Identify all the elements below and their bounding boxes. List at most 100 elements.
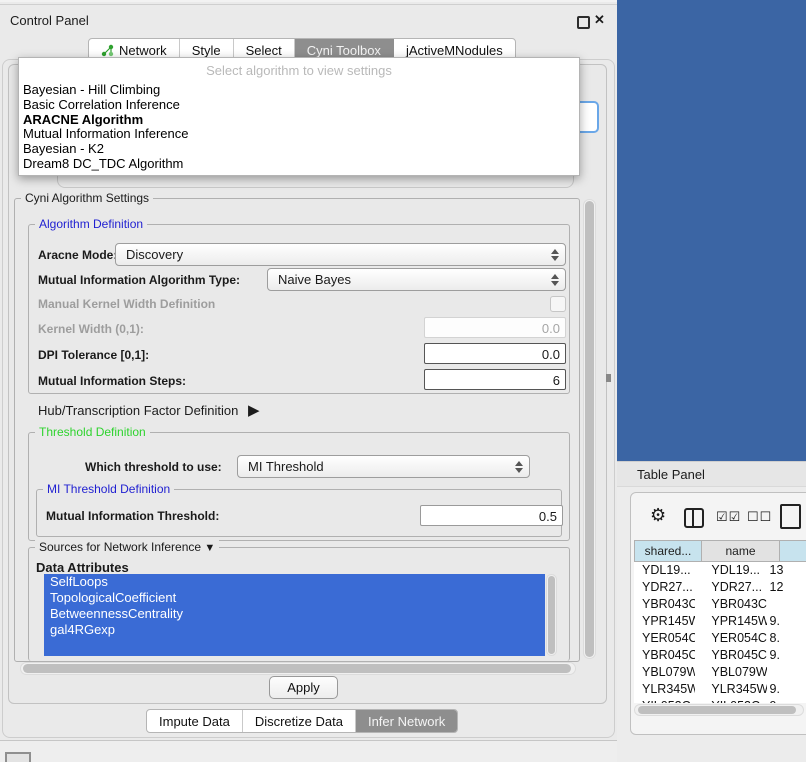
table-cell: YDL19...: [695, 562, 766, 579]
algorithm-option-dream8-dc-tdc-algorithm[interactable]: Dream8 DC_TDC Algorithm: [19, 157, 579, 172]
table-cell: YBL079W: [695, 664, 766, 681]
threshold-definition-legend: Threshold Definition: [35, 425, 150, 439]
table-row[interactable]: YPR145WYPR145W9.: [634, 613, 806, 630]
table-row[interactable]: YBL079WYBL079W: [634, 664, 806, 681]
apply-button[interactable]: Apply: [269, 676, 338, 699]
dpi-tolerance-label: DPI Tolerance [0,1]:: [38, 348, 149, 362]
tab-label: jActiveMNodules: [406, 43, 503, 58]
table-cell: 9.: [767, 613, 806, 630]
network-icon: [101, 44, 114, 57]
manual-kernel-label: Manual Kernel Width Definition: [38, 297, 215, 311]
tab-label: Cyni Toolbox: [307, 43, 381, 58]
table-cell: YDL19...: [634, 562, 695, 579]
table-panel-title: Table Panel: [637, 467, 705, 482]
dpi-tolerance-field[interactable]: 0.0: [424, 343, 566, 364]
table-row[interactable]: YER054CYER054C8.: [634, 630, 806, 647]
aracne-mode-label: Aracne Mode:: [38, 248, 117, 262]
app-root: Control Panel ✕ NetworkStyleSelectCyni T…: [0, 0, 806, 762]
algorithm-option-aracne-algorithm[interactable]: ARACNE Algorithm: [19, 113, 579, 128]
table-cell: 13: [767, 562, 806, 579]
formula-icon[interactable]: [780, 504, 801, 529]
tab-label: Style: [192, 43, 221, 58]
mi-steps-label: Mutual Information Steps:: [38, 374, 186, 388]
table-cell: YBR045C: [634, 647, 695, 664]
mi-threshold-field[interactable]: 0.5: [420, 505, 563, 526]
bottom-tab-bar: Impute Data Discretize DataInfer Network: [146, 709, 458, 733]
table-cell: YLR345W: [695, 681, 766, 698]
sources-legend: Sources for Network Inference ▼: [35, 540, 219, 554]
hub-definition-label: Hub/Transcription Factor Definition: [38, 403, 238, 418]
column-header-shared[interactable]: shared...: [634, 540, 702, 562]
table-cell: YBR043C: [634, 596, 695, 613]
stepper-arrows-icon: [551, 249, 559, 261]
settings-vertical-scrollbar[interactable]: [583, 199, 596, 659]
attribute-gal4rgexp[interactable]: gal4RGexp: [44, 622, 545, 638]
table-cell: YER054C: [695, 630, 766, 647]
mi-type-label: Mutual Information Algorithm Type:: [38, 273, 240, 287]
tab-label: Impute Data: [159, 714, 230, 729]
deselect-all-icon[interactable]: ☐☐: [747, 509, 772, 525]
aracne-mode-select[interactable]: Discovery: [115, 243, 566, 266]
table-cell: YIL052C: [634, 698, 695, 703]
select-all-icon[interactable]: ☑☑: [716, 509, 741, 525]
column-header-2[interactable]: [780, 540, 806, 562]
table-rows: YDL19...YDL19...13YDR27...YDR27...12YBR0…: [634, 562, 806, 703]
table-row[interactable]: YBR045CYBR045C9.: [634, 647, 806, 664]
gear-icon[interactable]: ⚙: [650, 505, 666, 526]
algorithm-option-mutual-information-inference[interactable]: Mutual Information Inference: [19, 127, 579, 142]
algorithm-popup-prompt: Select algorithm to view settings: [19, 58, 579, 83]
mi-type-select[interactable]: Naive Bayes: [267, 268, 566, 291]
hub-definition-expander[interactable]: Hub/Transcription Factor Definition ▶: [38, 401, 260, 419]
attribute-selfloops[interactable]: SelfLoops: [44, 574, 545, 590]
table-cell: YPR145W: [634, 613, 695, 630]
minimized-panel-icon[interactable]: [5, 752, 31, 762]
algorithm-definition-legend: Algorithm Definition: [35, 217, 147, 231]
aracne-mode-value: Discovery: [126, 247, 183, 262]
table-cell: [767, 596, 806, 613]
which-threshold-value: MI Threshold: [248, 459, 324, 474]
table-cell: 8.: [767, 630, 806, 647]
expander-arrow-icon: ▶: [248, 402, 260, 419]
column-header-name[interactable]: name: [702, 540, 780, 562]
bottom-tab-infer-network[interactable]: Infer Network: [356, 710, 457, 732]
bottom-tab-impute-data[interactable]: Impute Data: [147, 710, 243, 732]
table-cell: YIL052C: [695, 698, 766, 703]
columns-icon[interactable]: [684, 508, 704, 528]
table-horizontal-scrollbar[interactable]: [634, 704, 804, 716]
table-cell: YER054C: [634, 630, 695, 647]
algorithm-option-bayesian-k2[interactable]: Bayesian - K2: [19, 142, 579, 157]
algorithm-popup-items: Bayesian - Hill ClimbingBasic Correlatio…: [19, 83, 579, 172]
table-row[interactable]: YDL19...YDL19...13: [634, 562, 806, 579]
table-cell: YDR27...: [695, 579, 766, 596]
float-icon[interactable]: [577, 16, 590, 29]
table-cell: 12: [767, 579, 806, 596]
attributes-scrollbar[interactable]: [546, 574, 557, 656]
settings-horizontal-scrollbar[interactable]: [20, 662, 576, 675]
data-attributes-list: SelfLoopsTopologicalCoefficientBetweenne…: [44, 574, 545, 656]
table-cell: [767, 664, 806, 681]
algorithm-option-bayesian-hill-climbing[interactable]: Bayesian - Hill Climbing: [19, 83, 579, 98]
manual-kernel-checkbox[interactable]: [550, 296, 566, 312]
table-row[interactable]: YBR043CYBR043C: [634, 596, 806, 613]
table-row[interactable]: YLR345WYLR345W9.: [634, 681, 806, 698]
bottom-tab-discretize-data[interactable]: Discretize Data: [243, 710, 356, 732]
stepper-arrows-icon: [515, 461, 523, 473]
table-row[interactable]: YDR27...YDR27...12: [634, 579, 806, 596]
table-cell: YBL079W: [634, 664, 695, 681]
stepper-arrows-icon: [551, 274, 559, 286]
which-threshold-select[interactable]: MI Threshold: [237, 455, 530, 478]
table-cell: YPR145W: [695, 613, 766, 630]
kernel-width-field[interactable]: 0.0: [424, 317, 566, 338]
obscured-combo-fragment: [577, 101, 599, 133]
mi-threshold-legend: MI Threshold Definition: [43, 482, 174, 496]
table-row[interactable]: YIL052CYIL052C9: [634, 698, 806, 703]
control-panel-titlebar: Control Panel ✕: [0, 4, 617, 36]
mi-steps-field[interactable]: 6: [424, 369, 566, 390]
divider-grip[interactable]: [606, 374, 611, 382]
collapse-arrow-icon[interactable]: ▼: [204, 542, 215, 554]
attribute-topologicalcoefficient[interactable]: TopologicalCoefficient: [44, 590, 545, 606]
close-icon[interactable]: ✕: [594, 12, 605, 28]
table-cell: YLR345W: [634, 681, 695, 698]
algorithm-option-basic-correlation-inference[interactable]: Basic Correlation Inference: [19, 98, 579, 113]
attribute-betweennesscentrality[interactable]: BetweennessCentrality: [44, 606, 545, 622]
